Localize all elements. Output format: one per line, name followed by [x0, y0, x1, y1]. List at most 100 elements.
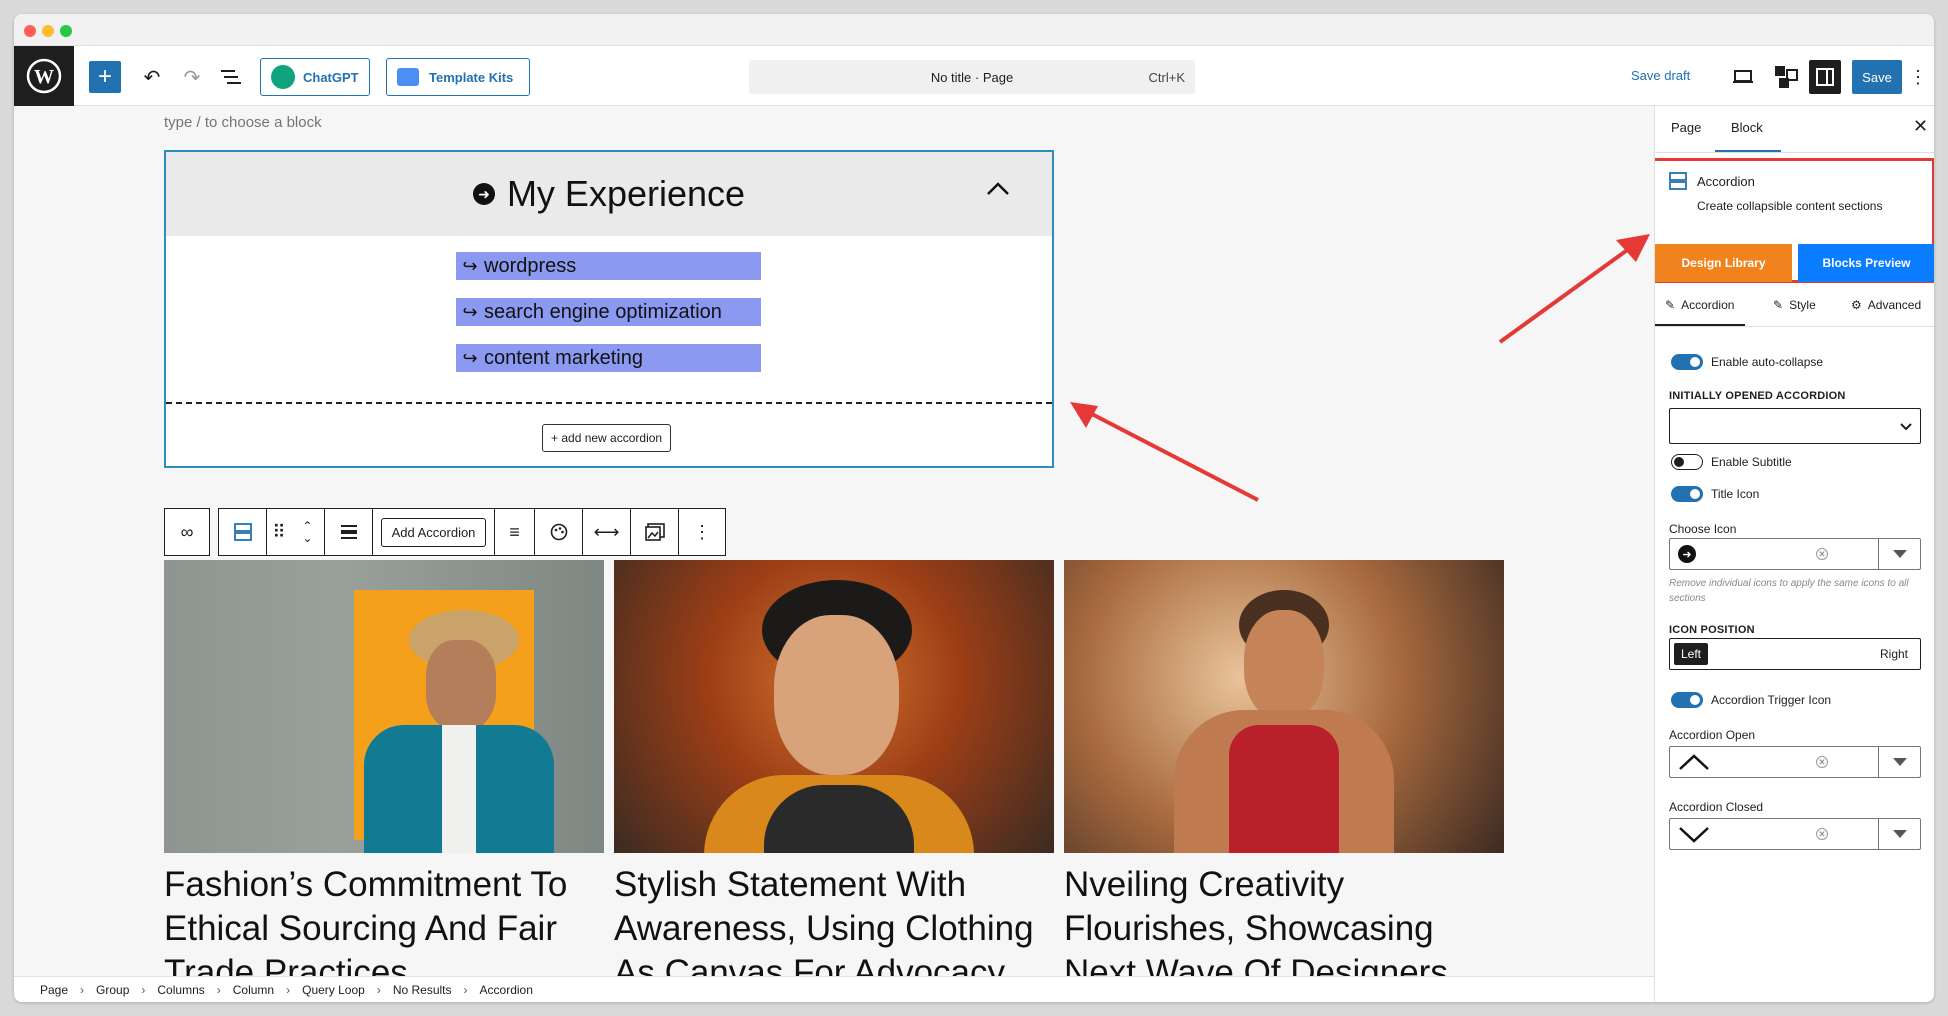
- post-title[interactable]: Nveiling Creativity Flourishes, Showcasi…: [1064, 863, 1504, 976]
- accordion-block-icon: [1669, 172, 1687, 195]
- add-new-accordion-button[interactable]: + add new accordion: [542, 424, 672, 452]
- clear-icon[interactable]: ✕: [1816, 548, 1828, 560]
- editor-topbar: W + ↶ ↷ ChatGPT Template Kits No title ·…: [14, 46, 1934, 106]
- trigger-icon-toggle[interactable]: [1671, 692, 1703, 708]
- post-card[interactable]: Nveiling Creativity Flourishes, Showcasi…: [1064, 560, 1504, 976]
- breadcrumb-item[interactable]: No Results: [393, 983, 452, 997]
- breadcrumb-item[interactable]: Column: [233, 983, 274, 997]
- position-left-option[interactable]: Left: [1674, 643, 1709, 665]
- block-toolbar: ∞ ⠿ ⌃ ⌄ Add Accordion ≡ ⟷ ⋮: [164, 508, 726, 556]
- chevron-up-icon[interactable]: [986, 180, 1010, 201]
- caret-down-icon[interactable]: [1878, 539, 1920, 569]
- breadcrumb-item[interactable]: Columns: [157, 983, 204, 997]
- post-card[interactable]: Fashion’s Commitment To Ethical Sourcing…: [164, 560, 604, 976]
- clear-icon[interactable]: ✕: [1816, 756, 1828, 768]
- chatgpt-icon: [271, 65, 295, 89]
- command-palette-bar[interactable]: No title · Page Ctrl+K: [749, 60, 1195, 94]
- list-view-icon[interactable]: [216, 62, 246, 92]
- initially-opened-select[interactable]: [1669, 408, 1921, 444]
- options-menu-icon[interactable]: ⋮: [1909, 62, 1927, 92]
- block-description: Create collapsible content sections: [1697, 199, 1883, 213]
- accordion-closed-icon-picker[interactable]: ✕: [1669, 818, 1921, 850]
- text-align-center-icon[interactable]: ≡: [495, 509, 535, 555]
- close-dot[interactable]: [24, 25, 36, 37]
- breadcrumb-item[interactable]: Query Loop: [302, 983, 365, 997]
- breadcrumb-item[interactable]: Page: [40, 983, 68, 997]
- accordion-list-item[interactable]: ↪ wordpress: [456, 252, 761, 280]
- sidebar-divider: [1655, 326, 1934, 327]
- accordion-closed-label: Accordion Closed: [1669, 800, 1764, 814]
- preview-icon[interactable]: [1728, 62, 1758, 92]
- auto-collapse-toggle[interactable]: [1671, 354, 1703, 370]
- tab-block[interactable]: Block: [1731, 120, 1763, 135]
- clear-icon[interactable]: ✕: [1816, 828, 1828, 840]
- caret-down-icon[interactable]: [1878, 819, 1920, 849]
- link-icon[interactable]: ∞: [165, 509, 209, 555]
- breadcrumb-item[interactable]: Group: [96, 983, 129, 997]
- chevron-right-icon: ›: [376, 982, 381, 997]
- sidebar-divider: [1655, 152, 1934, 153]
- chatgpt-button[interactable]: ChatGPT: [260, 58, 370, 96]
- minimize-dot[interactable]: [42, 25, 54, 37]
- tab-accordion[interactable]: ✎ Accordion: [1665, 298, 1734, 312]
- accordion-header[interactable]: ➜ My Experience: [166, 152, 1052, 236]
- annotation-arrow: [1498, 234, 1650, 344]
- title-icon-toggle[interactable]: [1671, 486, 1703, 502]
- move-up-down-icon[interactable]: ⌃ ⌄: [291, 509, 325, 555]
- post-image[interactable]: [1064, 560, 1504, 853]
- accordion-list-item[interactable]: ↪ content marketing: [456, 344, 761, 372]
- redo-arrow-icon: ↪: [462, 255, 478, 276]
- accordion-list-item[interactable]: ↪ search engine optimization: [456, 298, 761, 326]
- position-right-option[interactable]: Right: [1880, 647, 1908, 661]
- template-kits-toolbar-icon[interactable]: [1770, 60, 1802, 94]
- chevron-right-icon: ›: [463, 982, 468, 997]
- settings-panel-icon[interactable]: [1809, 60, 1841, 94]
- post-image[interactable]: [164, 560, 604, 853]
- caret-down-icon[interactable]: [1878, 747, 1920, 777]
- accordion-title[interactable]: My Experience: [507, 173, 745, 215]
- close-icon[interactable]: ✕: [1913, 116, 1928, 137]
- breadcrumb-item[interactable]: Accordion: [480, 983, 533, 997]
- chevron-down-icon: [1900, 419, 1912, 437]
- accordion-block-icon[interactable]: [219, 509, 267, 555]
- post-title[interactable]: Stylish Statement With Awareness, Using …: [614, 863, 1054, 976]
- palette-icon[interactable]: [535, 509, 583, 555]
- wordpress-logo-icon[interactable]: W: [14, 46, 74, 106]
- choose-icon-picker[interactable]: ➜ ✕: [1669, 538, 1921, 570]
- tab-style[interactable]: ✎ Style: [1773, 298, 1816, 312]
- accordion-open-icon-picker[interactable]: ✕: [1669, 746, 1921, 778]
- title-icon-label: Title Icon: [1711, 487, 1760, 501]
- tab-advanced[interactable]: ⚙ Advanced: [1851, 298, 1921, 312]
- align-icon[interactable]: [325, 509, 373, 555]
- subtitle-label: Enable Subtitle: [1711, 455, 1792, 469]
- chevron-right-icon: ›: [216, 982, 221, 997]
- undo-icon[interactable]: ↶: [137, 62, 167, 92]
- design-library-button[interactable]: Design Library: [1655, 244, 1792, 282]
- more-options-icon[interactable]: ⋮: [679, 509, 725, 555]
- template-kits-button[interactable]: Template Kits: [386, 58, 530, 96]
- chevron-right-icon: ›: [286, 982, 291, 997]
- add-block-button[interactable]: +: [89, 61, 121, 93]
- arrow-circle-right-icon: ➜: [472, 183, 495, 205]
- width-icon[interactable]: ⟷: [583, 509, 631, 555]
- editor-canvas: type / to choose a block ➜ My Experience…: [14, 106, 1654, 976]
- drag-handle-icon[interactable]: ⠿: [267, 509, 291, 555]
- image-gallery-icon[interactable]: [631, 509, 679, 555]
- maximize-dot[interactable]: [60, 25, 72, 37]
- subtitle-toggle[interactable]: [1671, 454, 1703, 470]
- add-accordion-button[interactable]: Add Accordion: [380, 517, 487, 547]
- accordion-block[interactable]: ➜ My Experience ↪ wordpress ↪ search eng…: [164, 150, 1054, 468]
- trigger-icon-label: Accordion Trigger Icon: [1711, 693, 1832, 707]
- icon-position-toggle: Left Right: [1669, 638, 1921, 670]
- post-card[interactable]: Stylish Statement With Awareness, Using …: [614, 560, 1054, 976]
- breadcrumb: Page › Group › Columns › Column › Query Loop…: [14, 976, 1654, 1002]
- post-title[interactable]: Fashion’s Commitment To Ethical Sourcing…: [164, 863, 604, 976]
- block-placeholder[interactable]: type / to choose a block: [164, 114, 322, 131]
- save-draft-button[interactable]: Save draft: [1631, 68, 1690, 83]
- blocks-preview-button[interactable]: Blocks Preview: [1798, 244, 1934, 282]
- tab-page[interactable]: Page: [1671, 120, 1701, 135]
- save-button[interactable]: Save: [1852, 60, 1902, 94]
- redo-icon[interactable]: ↷: [177, 62, 207, 92]
- arrow-circle-right-icon: ➜: [1678, 545, 1696, 563]
- post-image[interactable]: [614, 560, 1054, 853]
